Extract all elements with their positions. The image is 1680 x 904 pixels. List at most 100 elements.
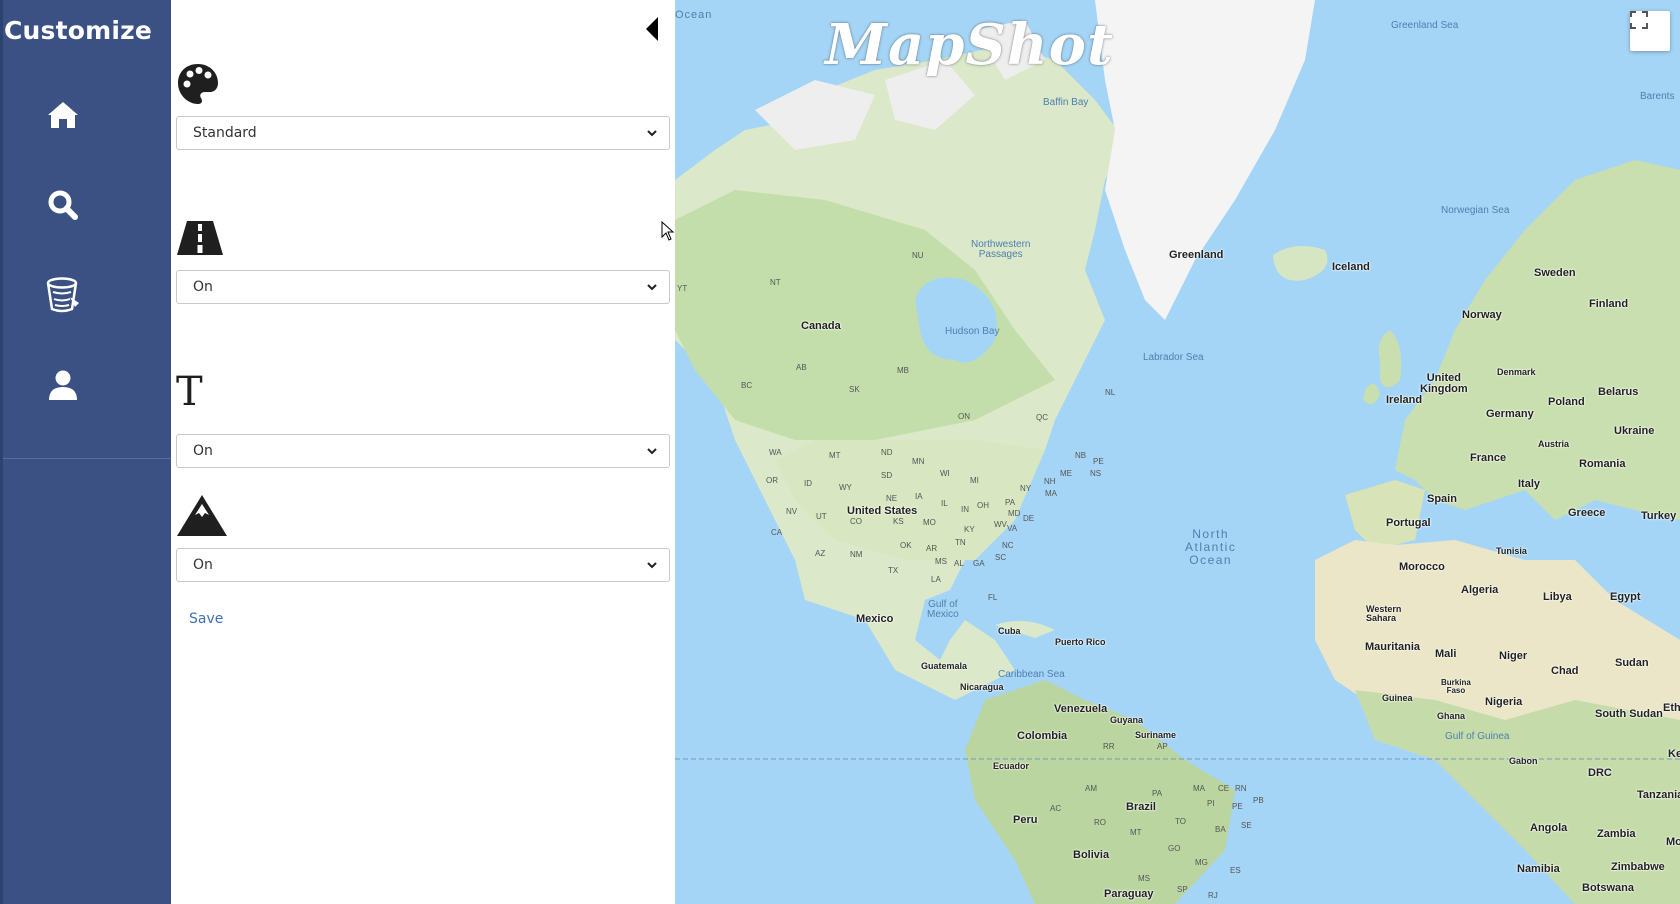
map-view[interactable]: MapShot Ocean Baffin Bay Greenland Sea N…: [675, 0, 1680, 904]
map-label: OH: [977, 501, 989, 510]
user-icon: [49, 370, 77, 400]
map-label: Belarus: [1598, 386, 1639, 398]
labels-select[interactable]: On: [176, 434, 670, 468]
map-label: RR: [1103, 742, 1115, 751]
map-label: TO: [1175, 817, 1186, 826]
map-label: Norwegian Sea: [1441, 205, 1510, 216]
map-label: TX: [888, 566, 899, 575]
map-label: MS: [1138, 874, 1150, 883]
customize-panel: Standard On T On On Save: [171, 0, 675, 904]
map-label: SP: [1177, 885, 1188, 894]
map-label: MI: [970, 476, 979, 485]
map-label: MA: [1193, 784, 1205, 793]
home-button[interactable]: [37, 89, 89, 141]
terrain-select[interactable]: On: [176, 548, 670, 582]
map-label: IA: [915, 492, 923, 501]
map-label: Norway: [1462, 309, 1502, 321]
map-label: North Atlantic Ocean: [1185, 527, 1237, 568]
map-label: Sweden: [1534, 267, 1576, 279]
map-label: Keny: [1668, 748, 1680, 760]
map-label: NV: [786, 507, 798, 516]
map-label: ON: [958, 412, 970, 421]
map-label: Northwestern Passages: [971, 239, 1031, 260]
map-label: MT: [1130, 828, 1142, 837]
map-label: Moza: [1666, 836, 1680, 848]
map-label: Poland: [1548, 396, 1585, 408]
map-label: Romania: [1579, 458, 1626, 470]
map-label: NU: [912, 251, 924, 260]
map-label: Mauritania: [1365, 641, 1421, 653]
map-label: MS: [935, 557, 947, 566]
chevron-down-icon: [647, 562, 657, 569]
map-label: NT: [770, 278, 781, 287]
map-label: AP: [1157, 742, 1168, 751]
map-label: Sudan: [1615, 657, 1649, 669]
map-label: PA: [1005, 498, 1016, 507]
map-label: Guatemala: [921, 661, 968, 671]
roads-select[interactable]: On: [176, 270, 670, 304]
map-label: Western Sahara: [1366, 604, 1402, 623]
map-label: MA: [1045, 489, 1057, 498]
map-label: GO: [1168, 844, 1181, 853]
map-label: Puerto Rico: [1055, 637, 1106, 647]
map-label: Turkey: [1641, 510, 1677, 522]
map-label: FL: [988, 593, 998, 602]
map-label: Zimbabwe: [1611, 861, 1665, 873]
search-button[interactable]: [37, 179, 89, 231]
map-label: Baffin Bay: [1043, 97, 1089, 108]
map-label: Algeria: [1461, 584, 1499, 596]
map-label: Eth: [1663, 702, 1680, 714]
map-label: AC: [1050, 804, 1062, 813]
map-label: GA: [973, 559, 985, 568]
search-icon: [48, 190, 78, 220]
map-label: NM: [850, 550, 863, 559]
map-label: AR: [926, 544, 938, 553]
map-label: NC: [1002, 541, 1014, 550]
map-label: Egypt: [1610, 591, 1641, 603]
map-label: LA: [931, 575, 941, 584]
map-label: Caribbean Sea: [998, 669, 1065, 680]
map-label: Gulf of Mexico: [927, 599, 959, 620]
map-label: Guinea: [1382, 693, 1413, 703]
map-canvas: [675, 0, 1680, 904]
map-label: Gabon: [1509, 756, 1538, 766]
roads-value: On: [193, 279, 213, 295]
chevron-down-icon: [647, 448, 657, 455]
map-label: Paraguay: [1104, 888, 1154, 900]
map-label: Ocean: [675, 9, 713, 21]
map-label: DE: [1023, 514, 1035, 523]
user-button[interactable]: [37, 359, 89, 411]
uk-ireland: [1363, 330, 1402, 404]
map-label: Portugal: [1386, 517, 1431, 529]
map-label: Barents: [1640, 91, 1675, 102]
map-label: MO: [923, 518, 936, 527]
map-label: Tunisia: [1496, 546, 1527, 556]
map-label: Bolivia: [1073, 849, 1110, 861]
map-label: Venezuela: [1054, 703, 1108, 715]
map-label: Austria: [1538, 439, 1570, 449]
map-label: Suriname: [1135, 730, 1177, 740]
map-label: Niger: [1499, 650, 1528, 662]
text-icon: T: [176, 369, 203, 415]
fullscreen-button[interactable]: [1630, 11, 1670, 51]
chevron-down-icon: [647, 130, 657, 137]
map-label: NS: [1090, 469, 1102, 478]
collapse-panel-button[interactable]: [641, 14, 663, 44]
map-label: IL: [941, 499, 948, 508]
map-style-select[interactable]: Standard: [176, 116, 670, 150]
map-label: Spain: [1427, 493, 1457, 505]
map-label: Italy: [1518, 478, 1541, 490]
map-label: ND: [881, 448, 893, 457]
map-style-value: Standard: [193, 125, 257, 141]
map-label: NL: [1105, 388, 1116, 397]
save-button[interactable]: Save: [189, 611, 223, 627]
bucket-button[interactable]: [37, 269, 89, 321]
map-label: ME: [1060, 469, 1072, 478]
map-label: Ghana: [1437, 711, 1466, 721]
map-label: Angola: [1530, 822, 1568, 834]
map-label: Libya: [1543, 591, 1572, 603]
map-label: Chad: [1551, 665, 1579, 677]
map-label: NE: [886, 494, 898, 503]
map-label: Ecuador: [993, 761, 1030, 771]
map-label: SE: [1241, 821, 1252, 830]
